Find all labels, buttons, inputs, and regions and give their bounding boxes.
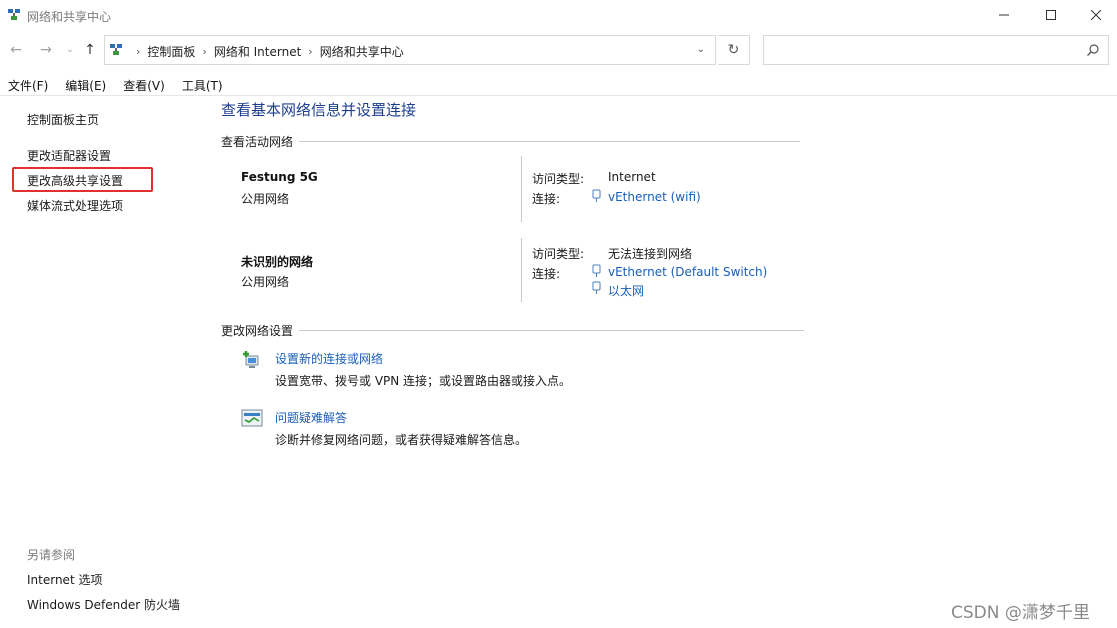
ethernet-icon bbox=[592, 281, 601, 294]
active-networks-heading: 查看活动网络 bbox=[221, 133, 801, 150]
task-description: 设置宽带、拨号或 VPN 连接；或设置路由器或接入点。 bbox=[275, 374, 572, 388]
access-type-label: 访问类型: bbox=[532, 172, 585, 186]
divider bbox=[521, 156, 522, 222]
network-center-icon bbox=[110, 44, 122, 55]
chevron-down-icon[interactable]: ⌄ bbox=[697, 44, 705, 55]
up-button[interactable]: ↑ bbox=[80, 40, 100, 60]
divider bbox=[299, 141, 801, 142]
arrow-left-icon: ← bbox=[10, 42, 22, 58]
maximize-button[interactable] bbox=[1028, 0, 1074, 30]
section-title: 查看活动网络 bbox=[221, 135, 294, 149]
menu-edit[interactable]: 编辑(E) bbox=[65, 74, 106, 95]
refresh-button[interactable]: ↻ bbox=[718, 35, 750, 65]
recent-locations-button[interactable]: ⌄ bbox=[60, 40, 80, 60]
breadcrumb-item-control-panel[interactable]: 控制面板 bbox=[147, 43, 195, 60]
back-button[interactable]: ← bbox=[6, 40, 26, 60]
network-name: Festung 5G bbox=[241, 170, 318, 184]
access-type-value: 无法连接到网络 bbox=[608, 247, 693, 261]
chevron-down-icon: ⌄ bbox=[66, 45, 74, 55]
refresh-icon: ↻ bbox=[727, 42, 740, 58]
search-input[interactable] bbox=[763, 35, 1109, 65]
chevron-right-icon: › bbox=[202, 45, 207, 58]
connection-link[interactable]: 以太网 bbox=[608, 282, 644, 299]
ethernet-icon bbox=[592, 264, 601, 277]
divider bbox=[521, 238, 522, 302]
connections-label: 连接: bbox=[532, 267, 561, 281]
address-bar[interactable]: › 控制面板 › 网络和 Internet › 网络和共享中心 ⌄ bbox=[104, 35, 716, 65]
minimize-button[interactable] bbox=[981, 0, 1027, 30]
arrow-right-icon: → bbox=[40, 42, 52, 58]
connections-label: 连接: bbox=[532, 192, 561, 206]
page-title: 查看基本网络信息并设置连接 bbox=[221, 101, 417, 119]
access-type-value: Internet bbox=[608, 170, 656, 184]
new-connection-icon bbox=[243, 351, 259, 368]
connection-link[interactable]: vEthernet (wifi) bbox=[608, 190, 701, 204]
network-type: 公用网络 bbox=[241, 192, 290, 206]
setup-new-connection-link[interactable]: 设置新的连接或网络 bbox=[275, 350, 383, 367]
maximize-icon bbox=[1046, 10, 1056, 20]
close-icon bbox=[1091, 10, 1101, 20]
menu-view[interactable]: 查看(V) bbox=[123, 74, 165, 95]
internet-options-link[interactable]: Internet 选项 bbox=[27, 571, 102, 588]
menu-file[interactable]: 文件(F) bbox=[8, 74, 48, 95]
ethernet-icon bbox=[592, 189, 601, 202]
change-settings-heading: 更改网络设置 bbox=[221, 322, 805, 339]
search-icon[interactable] bbox=[1086, 43, 1100, 57]
connection-link[interactable]: vEthernet (Default Switch) bbox=[608, 265, 767, 279]
menu-bar: 文件(F) 编辑(E) 查看(V) 工具(T) bbox=[0, 74, 1117, 96]
title-bar: 网络和共享中心 bbox=[0, 0, 1117, 30]
network-center-icon bbox=[8, 9, 20, 20]
task-description: 诊断并修复网络问题，或者获得疑难解答信息。 bbox=[275, 433, 528, 447]
network-type: 公用网络 bbox=[241, 275, 290, 289]
watermark: CSDN @潇梦千里 bbox=[951, 603, 1090, 623]
minimize-icon bbox=[999, 14, 1009, 16]
chevron-right-icon: › bbox=[136, 45, 141, 58]
troubleshoot-link[interactable]: 问题疑难解答 bbox=[275, 409, 347, 426]
window-title: 网络和共享中心 bbox=[27, 10, 112, 24]
troubleshoot-icon bbox=[241, 409, 263, 427]
forward-button[interactable]: → bbox=[36, 40, 56, 60]
menu-tools[interactable]: 工具(T) bbox=[182, 74, 223, 95]
windows-firewall-link[interactable]: Windows Defender 防火墙 bbox=[27, 596, 180, 613]
access-type-label: 访问类型: bbox=[532, 247, 585, 261]
change-adapter-settings-link[interactable]: 更改适配器设置 bbox=[27, 147, 111, 164]
breadcrumb-item-network-internet[interactable]: 网络和 Internet bbox=[214, 43, 301, 60]
chevron-right-icon: › bbox=[308, 45, 313, 58]
change-advanced-sharing-link[interactable]: 更改高级共享设置 bbox=[27, 172, 123, 189]
see-also-heading: 另请参阅 bbox=[27, 548, 76, 562]
network-name: 未识别的网络 bbox=[241, 255, 314, 269]
arrow-up-icon: ↑ bbox=[84, 42, 96, 58]
divider bbox=[299, 330, 805, 331]
control-panel-home-link[interactable]: 控制面板主页 bbox=[27, 111, 99, 128]
breadcrumb-item-network-center[interactable]: 网络和共享中心 bbox=[320, 43, 404, 60]
media-streaming-link[interactable]: 媒体流式处理选项 bbox=[27, 197, 123, 214]
section-title: 更改网络设置 bbox=[221, 324, 294, 338]
breadcrumb: › 控制面板 › 网络和 Internet › 网络和共享中心 bbox=[129, 43, 404, 60]
close-button[interactable] bbox=[1073, 0, 1117, 30]
